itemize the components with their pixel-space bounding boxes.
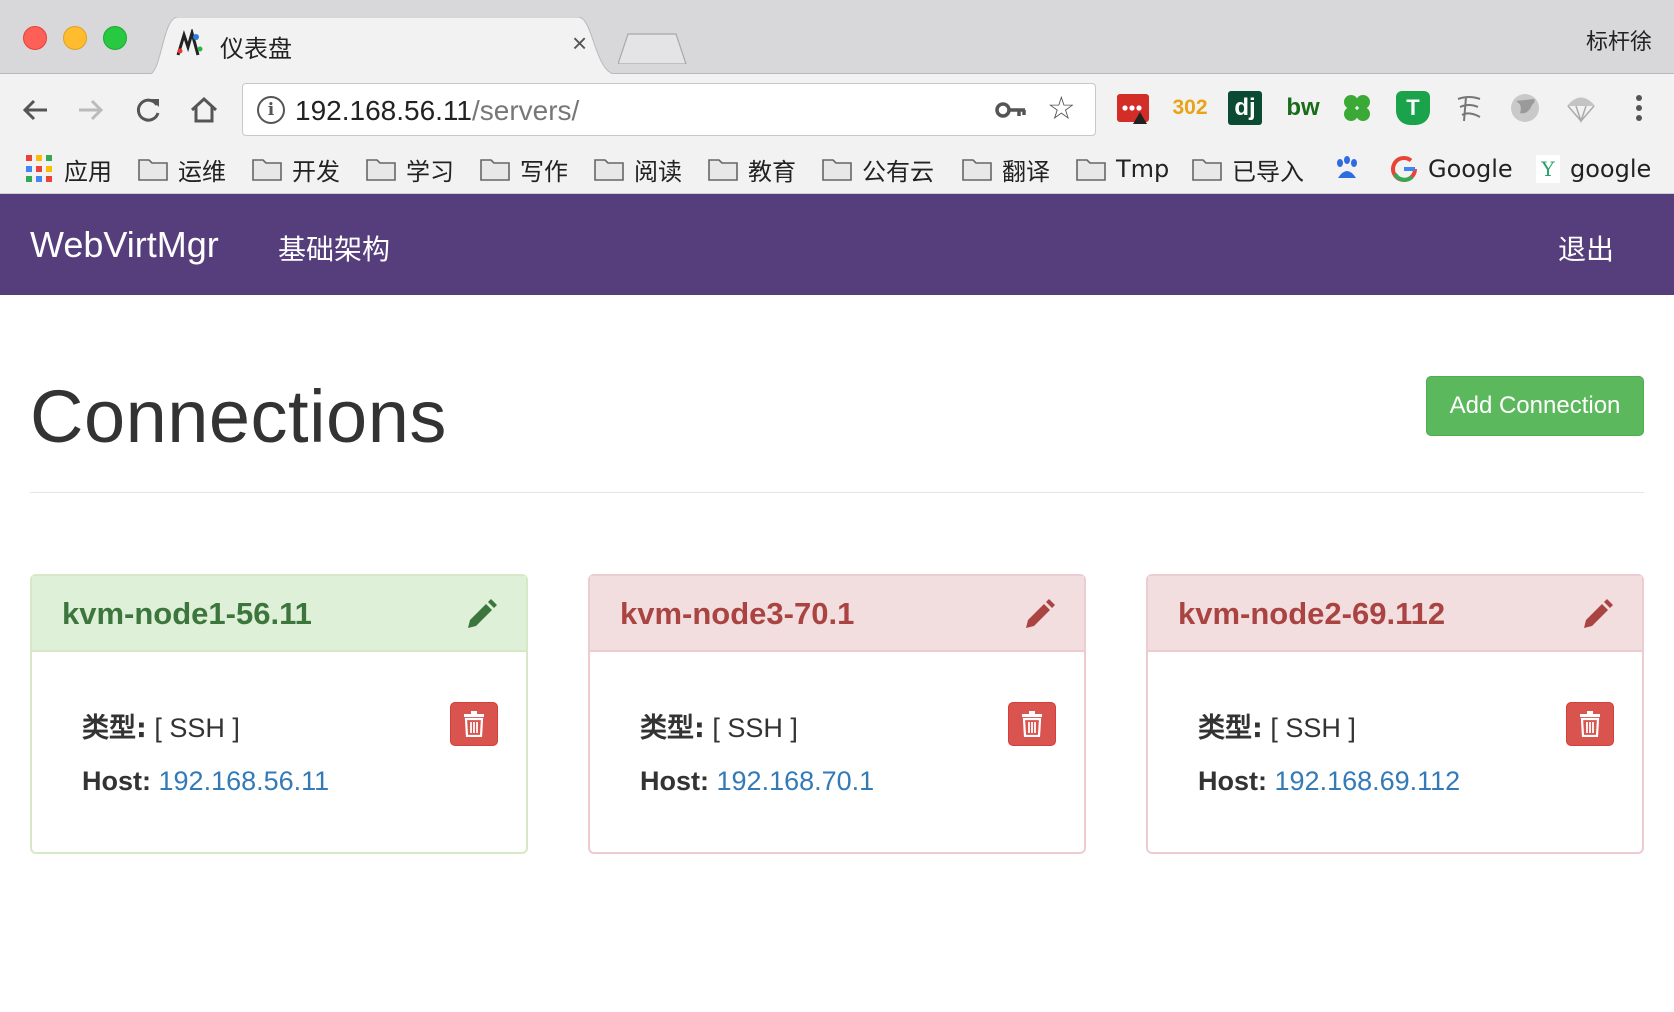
clover-extension-icon[interactable] <box>1340 91 1374 125</box>
bookmark-google[interactable]: Google <box>1390 152 1513 186</box>
connection-card: kvm-node3-70.1 类型: [ SSH ] Host: 192.168… <box>588 574 1086 854</box>
card-header: kvm-node3-70.1 <box>590 576 1084 652</box>
add-connection-button[interactable]: Add Connection <box>1426 376 1644 436</box>
apps-grid-icon <box>26 155 54 183</box>
more-menu-icon[interactable] <box>1622 91 1656 125</box>
folder-icon <box>708 159 738 181</box>
bookmark-folder[interactable]: 已导入 <box>1192 152 1304 186</box>
connection-host-row: Host: 192.168.70.1 <box>640 766 875 796</box>
bookmark-folder[interactable]: 教育 <box>708 152 796 186</box>
bookmark-folder[interactable]: 写作 <box>480 152 568 186</box>
new-tab-button[interactable] <box>618 32 688 64</box>
folder-icon <box>1192 159 1222 181</box>
tab-close-icon[interactable]: × <box>572 30 587 56</box>
baidu-bookmark-icon[interactable] <box>1332 152 1362 186</box>
folder-icon <box>480 159 510 181</box>
folder-icon <box>822 159 852 181</box>
header-divider <box>30 492 1644 493</box>
trash-icon <box>1580 711 1600 737</box>
browser-toolbar: i 192.168.56.11/servers/ ☆ 302 dj bw T <box>0 74 1674 144</box>
connection-name-link[interactable]: kvm-node1-56.11 <box>62 596 312 632</box>
key-icon[interactable] <box>995 96 1027 124</box>
page-title: Connections <box>30 375 447 458</box>
pencil-icon[interactable] <box>464 598 498 632</box>
webvirtmgr-favicon-icon <box>176 29 203 56</box>
reload-icon[interactable] <box>128 90 168 130</box>
host-link[interactable]: 192.168.70.1 <box>717 766 875 796</box>
folder-icon <box>138 159 168 181</box>
connection-name-link[interactable]: kvm-node3-70.1 <box>620 596 854 632</box>
host-link[interactable]: 192.168.56.11 <box>159 766 330 796</box>
trash-icon <box>464 711 484 737</box>
lastpass-extension-icon[interactable] <box>1116 91 1150 125</box>
folder-icon <box>252 159 282 181</box>
folder-icon <box>594 159 624 181</box>
folder-icon <box>962 159 992 181</box>
card-header: kvm-node2-69.112 <box>1148 576 1642 652</box>
parachute-extension-icon[interactable] <box>1564 91 1598 125</box>
logout-link[interactable]: 退出 <box>1558 228 1614 268</box>
delete-connection-button[interactable] <box>1566 702 1614 746</box>
connection-card: kvm-node1-56.11 类型: [ SSH ] Host: 192.16… <box>30 574 528 854</box>
connection-host-row: Host: 192.168.69.112 <box>1198 766 1461 796</box>
browser-tab-active[interactable]: 仪表盘 × <box>148 17 618 75</box>
shield-extension-icon[interactable]: T <box>1396 91 1430 125</box>
window-zoom-button[interactable] <box>103 26 127 50</box>
delete-connection-button[interactable] <box>450 702 498 746</box>
connection-host-row: Host: 192.168.56.11 <box>82 766 330 796</box>
folder-icon <box>366 159 396 181</box>
top-navbar: WebVirtMgr 基础架构 退出 <box>0 194 1674 295</box>
card-header: kvm-node1-56.11 <box>32 576 526 652</box>
tab-title: 仪表盘 <box>220 35 292 63</box>
address-url[interactable]: 192.168.56.11/servers/ <box>295 95 579 127</box>
google-g-icon <box>1391 156 1417 182</box>
bookmark-folder[interactable]: Tmp <box>1076 152 1169 186</box>
site-info-icon[interactable]: i <box>257 96 285 124</box>
bookmark-folder[interactable]: 学习 <box>366 152 454 186</box>
connection-name-link[interactable]: kvm-node2-69.112 <box>1178 596 1445 632</box>
trash-icon <box>1022 711 1042 737</box>
browser-tab-bar: 仪表盘 × 标杆徐 <box>0 0 1674 75</box>
django-extension-icon[interactable]: dj <box>1228 91 1262 125</box>
redirect-302-extension-icon[interactable]: 302 <box>1170 91 1210 125</box>
bookmark-star-icon[interactable]: ☆ <box>1047 92 1076 124</box>
pencil-icon[interactable] <box>1022 598 1056 632</box>
host-link[interactable]: 192.168.69.112 <box>1275 766 1461 796</box>
folder-icon <box>1076 159 1106 181</box>
bookmark-folder[interactable]: 运维 <box>138 152 226 186</box>
translate-extension-icon[interactable] <box>1452 91 1486 125</box>
address-bar[interactable]: i 192.168.56.11/servers/ ☆ <box>242 83 1096 136</box>
nav-link-infrastructure[interactable]: 基础架构 <box>278 228 390 268</box>
bookmark-apps[interactable]: 应用 <box>26 152 112 186</box>
pencil-icon[interactable] <box>1580 598 1614 632</box>
delete-connection-button[interactable] <box>1008 702 1056 746</box>
yahoo-y-icon: Y <box>1536 155 1560 183</box>
back-arrow-icon[interactable] <box>16 90 56 130</box>
bookmark-folder[interactable]: 公有云 <box>822 152 934 186</box>
bookmarks-bar: 应用 运维 开发 学习 写作 阅读 教育 公有云 翻译 Tmp 已导入 Goog… <box>0 144 1674 194</box>
bookmark-folder[interactable]: 翻译 <box>962 152 1050 186</box>
connection-type-row: 类型: [ SSH ] <box>82 713 240 744</box>
connection-type-row: 类型: [ SSH ] <box>1198 713 1356 744</box>
window-close-button[interactable] <box>23 26 47 50</box>
connection-card: kvm-node2-69.112 类型: [ SSH ] Host: 192.1… <box>1146 574 1644 854</box>
globe-extension-icon[interactable] <box>1508 91 1542 125</box>
bookmark-google-yahoo[interactable]: Y google <box>1536 152 1651 186</box>
bookmark-folder[interactable]: 开发 <box>252 152 340 186</box>
profile-name[interactable]: 标杆徐 <box>1586 24 1652 56</box>
home-icon[interactable] <box>184 90 224 130</box>
forward-arrow-icon[interactable] <box>70 90 110 130</box>
bookmark-folder[interactable]: 阅读 <box>594 152 682 186</box>
window-minimize-button[interactable] <box>63 26 87 50</box>
builtwith-extension-icon[interactable]: bw <box>1283 91 1323 125</box>
connection-type-row: 类型: [ SSH ] <box>640 713 798 744</box>
brand-link[interactable]: WebVirtMgr <box>30 224 219 266</box>
